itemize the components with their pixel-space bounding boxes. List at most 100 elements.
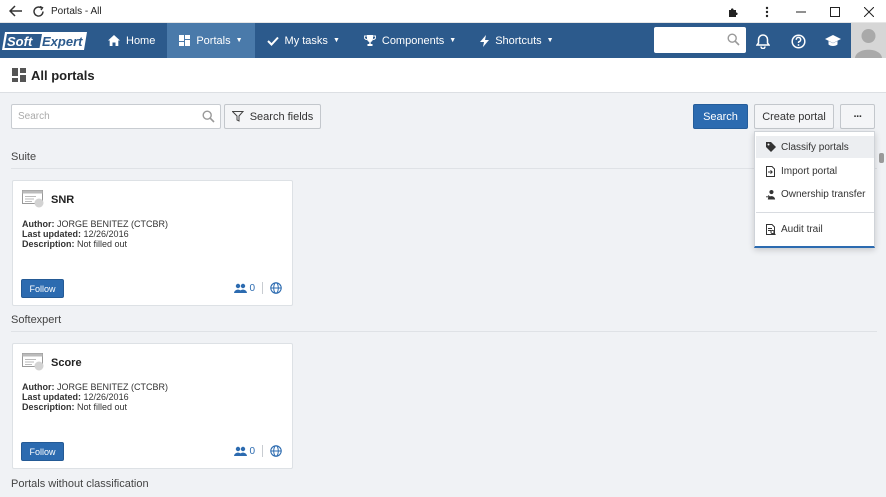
author-value: JORGE BENITEZ (CTCBR) (57, 219, 169, 229)
user-transfer-icon (766, 189, 776, 200)
menu-item-audit-trail[interactable]: Audit trail (756, 218, 874, 240)
description-label: Description: (22, 239, 75, 249)
search-icon[interactable] (727, 33, 740, 49)
portals-icon (179, 35, 191, 46)
trophy-icon (363, 35, 376, 46)
nav-components[interactable]: Components ▼ (352, 23, 468, 58)
nav-my-tasks-label: My tasks (284, 34, 328, 47)
nav-home[interactable]: Home (96, 23, 167, 58)
app-navbar: Soft Expert Home Portals ▼ My tasks ▼ Co… (0, 23, 886, 58)
window-titlebar: Portals - All (0, 0, 886, 23)
portals-grid-icon (12, 68, 26, 85)
notifications-bell-icon[interactable] (754, 32, 772, 50)
description-value: Not filled out (77, 239, 128, 249)
last-updated-value: 12/26/2016 (83, 229, 129, 239)
portal-card-title[interactable]: SNR (51, 194, 74, 206)
chevron-down-icon: ▼ (449, 37, 457, 44)
nav-search-input[interactable] (654, 27, 746, 53)
menu-item-import-portal[interactable]: Import portal (756, 160, 874, 182)
menu-item-label: Import portal (781, 165, 838, 177)
description-value: Not filled out (77, 402, 128, 412)
portal-card-stats: 0 (234, 282, 282, 294)
portal-search-field[interactable] (11, 104, 221, 129)
nav-shortcuts-label: Shortcuts (495, 34, 542, 47)
portal-card-title[interactable]: Score (51, 357, 82, 369)
search-icon[interactable] (202, 110, 215, 126)
page-header: All portals (0, 58, 886, 93)
stats-separator (262, 282, 263, 294)
back-arrow-icon[interactable] (5, 0, 27, 22)
nav-shortcuts[interactable]: Shortcuts ▼ (468, 23, 565, 58)
nav-components-label: Components (381, 34, 445, 47)
chevron-down-icon: ▼ (546, 37, 554, 44)
menu-item-classify-portals[interactable]: Classify portals (756, 136, 874, 158)
last-updated-value: 12/26/2016 (83, 392, 129, 402)
follow-button[interactable]: Follow (21, 279, 64, 298)
followers-icon (234, 283, 248, 293)
more-actions-menu: Classify portals Import portal Ownership… (754, 131, 875, 248)
description-label: Description: (22, 402, 75, 412)
section-divider (11, 168, 877, 169)
stats-separator (262, 445, 263, 457)
extensions-icon[interactable] (716, 0, 750, 23)
menu-divider (756, 212, 874, 213)
author-label: Author: (22, 382, 55, 392)
section-label-softexpert: Softexpert (11, 314, 62, 326)
portal-search-input[interactable] (12, 105, 192, 128)
scrollbar-thumb[interactable] (879, 153, 884, 163)
followers-count: 0 (249, 282, 255, 294)
search-button-label: Search (703, 110, 738, 123)
followers-count: 0 (249, 445, 255, 457)
close-icon[interactable] (852, 0, 886, 23)
import-icon (766, 165, 776, 177)
nav-portals-label: Portals (196, 34, 231, 47)
globe-icon[interactable] (270, 282, 282, 294)
nav-portals[interactable]: Portals ▼ (167, 23, 255, 58)
svg-text:Soft: Soft (7, 34, 33, 49)
portal-card-score[interactable]: Score Author: JORGE BENITEZ (CTCBR) Last… (12, 343, 293, 469)
create-portal-label: Create portal (762, 110, 826, 123)
last-updated-label: Last updated: (22, 392, 82, 402)
bolt-icon (480, 34, 490, 47)
follow-button[interactable]: Follow (21, 442, 64, 461)
more-actions-label: ··· (853, 110, 863, 123)
create-portal-button[interactable]: Create portal (754, 104, 834, 129)
maximize-icon[interactable] (818, 0, 852, 23)
globe-icon[interactable] (270, 445, 282, 457)
nav-home-label: Home (126, 34, 156, 47)
portal-thumbnail-icon (22, 190, 44, 211)
help-icon[interactable] (789, 32, 807, 50)
search-button[interactable]: Search (693, 104, 748, 129)
chevron-down-icon: ▼ (235, 37, 243, 44)
search-fields-button[interactable]: Search fields (224, 104, 321, 129)
filter-icon (231, 111, 244, 122)
portal-card-snr[interactable]: SNR Author: JORGE BENITEZ (CTCBR) Last u… (12, 180, 293, 306)
svg-text:Expert: Expert (42, 34, 83, 49)
portal-card-meta: Author: JORGE BENITEZ (CTCBR) Last updat… (22, 382, 168, 412)
home-icon (108, 35, 120, 46)
graduation-cap-icon[interactable] (824, 32, 842, 50)
portal-thumbnail-icon (22, 353, 44, 374)
last-updated-label: Last updated: (22, 229, 82, 239)
nav-my-tasks[interactable]: My tasks ▼ (255, 23, 352, 58)
author-label: Author: (22, 219, 55, 229)
menu-item-ownership-transfer[interactable]: Ownership transfer (756, 183, 874, 205)
section-label-unclassified: Portals without classification (11, 478, 149, 490)
portal-card-meta: Author: JORGE BENITEZ (CTCBR) Last updat… (22, 219, 168, 249)
reload-icon[interactable] (27, 0, 49, 22)
portal-card-stats: 0 (234, 445, 282, 457)
search-fields-label: Search fields (249, 110, 314, 123)
page-title: All portals (31, 68, 95, 83)
minimize-icon[interactable] (784, 0, 818, 23)
user-avatar[interactable] (851, 23, 886, 58)
audit-icon (766, 223, 776, 235)
more-actions-button[interactable]: ··· (840, 104, 875, 129)
chevron-down-icon: ▼ (332, 37, 340, 44)
window-title: Portals - All (51, 5, 102, 17)
softexpert-logo[interactable]: Soft Expert (2, 31, 88, 51)
kebab-menu-icon[interactable] (750, 0, 784, 23)
tag-icon (766, 142, 776, 152)
section-label-suite: Suite (11, 151, 37, 163)
menu-item-label: Classify portals (781, 141, 849, 153)
check-icon (266, 36, 279, 46)
